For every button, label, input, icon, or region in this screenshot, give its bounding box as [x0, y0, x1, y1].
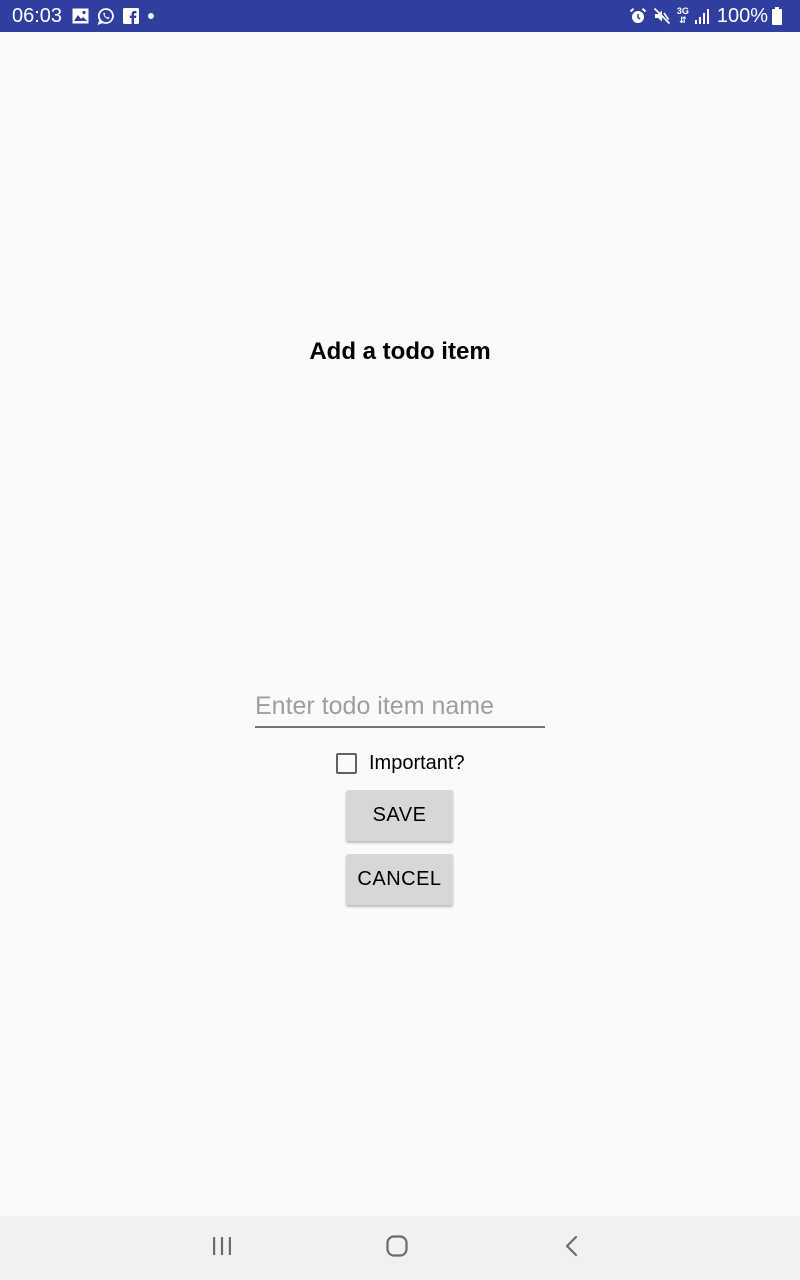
notification-dot-icon	[147, 6, 155, 26]
screen: 06:03 3G ⇵ 100% Add a todo item Enter to…	[0, 0, 800, 1280]
battery-percent: 100%	[716, 4, 768, 27]
checkbox-box[interactable]	[336, 752, 357, 774]
whatsapp-icon	[97, 6, 115, 26]
status-time: 06:03	[12, 4, 63, 27]
page-title: Add a todo item	[309, 338, 491, 365]
status-bar-left: 06:03	[12, 5, 163, 28]
home-icon	[385, 1234, 409, 1263]
navigation-bar	[0, 1216, 800, 1280]
facebook-icon	[123, 6, 140, 26]
data-arrows-icon: ⇵	[679, 15, 687, 25]
recents-icon	[210, 1235, 234, 1262]
gallery-icon	[72, 6, 89, 26]
important-label: Important?	[369, 751, 465, 774]
save-button[interactable]: SAVE	[346, 790, 453, 841]
back-button[interactable]	[548, 1232, 596, 1264]
signal-icon	[694, 6, 711, 26]
todo-name-input[interactable]	[255, 690, 545, 728]
mute-icon	[653, 6, 671, 26]
network-type-icon: 3G ⇵	[677, 7, 689, 25]
alarm-icon	[629, 6, 647, 26]
important-checkbox[interactable]: Important?	[336, 749, 465, 777]
status-bar-right: 3G ⇵ 100%	[629, 5, 788, 28]
status-bar: 06:03 3G ⇵ 100%	[0, 0, 800, 32]
cancel-button[interactable]: CANCEL	[346, 854, 453, 905]
recents-button[interactable]	[198, 1232, 246, 1264]
home-button[interactable]	[373, 1232, 421, 1264]
back-icon	[560, 1234, 584, 1263]
battery-icon	[772, 6, 782, 26]
